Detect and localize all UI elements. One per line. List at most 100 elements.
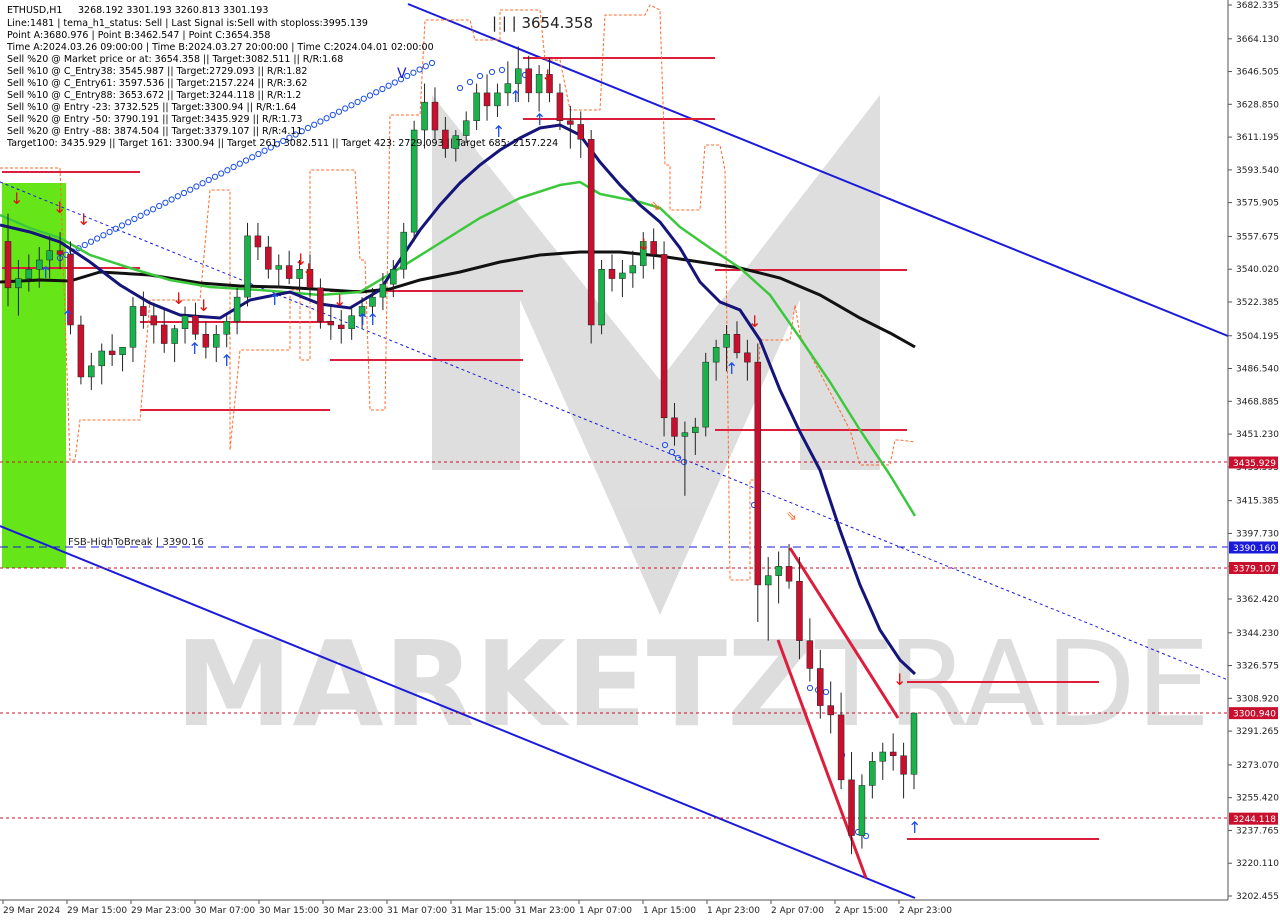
y-tick-label: 3273.070 <box>1236 761 1279 771</box>
candle-body <box>171 328 178 344</box>
x-tick-label: 29 Mar 2024 <box>3 906 60 916</box>
buy-arrow-icon: ↑ <box>533 110 546 129</box>
y-tick-label: 3397.730 <box>1236 529 1279 539</box>
buy-arrow-icon: ↑ <box>220 351 233 370</box>
info-line: Sell %10 @ C_Entry88: 3653.672 || Target… <box>7 90 301 101</box>
info-line: Sell %20 @ Entry -88: 3874.504 || Target… <box>7 126 302 137</box>
candle-body <box>119 347 126 355</box>
candle-body <box>56 250 64 255</box>
fsb-label: FSB-HighToBreak | 3390.16 <box>68 537 204 548</box>
info-line: Point A:3680.976 | Point B:3462.547 | Po… <box>7 30 270 41</box>
candle-body <box>723 334 730 348</box>
y-tick-label: 3540.020 <box>1236 265 1279 275</box>
x-tick-label: 31 Mar 23:00 <box>515 906 575 916</box>
candle-body <box>46 250 53 261</box>
x-tick-label: 1 Apr 23:00 <box>707 906 760 916</box>
sell-arrow-icon: ↓ <box>197 296 210 315</box>
y-tick-label: 3220.110 <box>1236 859 1279 869</box>
watermark-text-right: TRADE <box>814 615 1210 753</box>
candle-body <box>494 92 501 107</box>
candle-body <box>254 235 262 248</box>
price-chart[interactable]: MARKETZ TRADE ↓ ↓ ↓ ↓ ↓ ↓ ↓ ↓ ↓ ↓ ↓ ↓ ↑ … <box>0 0 1280 920</box>
x-tick-label: 1 Apr 07:00 <box>579 906 632 916</box>
candle-body <box>629 265 637 274</box>
x-tick-label: 2 Apr 23:00 <box>899 906 952 916</box>
candle-body <box>910 712 918 775</box>
v-mark: V <box>397 66 407 82</box>
info-line: Sell %10 @ Entry -23: 3732.525 || Target… <box>7 102 296 113</box>
candle-body <box>15 278 22 289</box>
y-tick-label: 3202.455 <box>1236 892 1279 902</box>
candle-body <box>712 347 720 363</box>
diagonal-arrow-icon: ⇘ <box>650 199 661 214</box>
y-tick-label: 3575.905 <box>1236 199 1279 209</box>
candle-body <box>337 324 345 329</box>
price-badge-label: 3244.118 <box>1233 815 1276 825</box>
info-line: Sell %20 @ Entry -50: 3790.191 || Target… <box>7 114 302 125</box>
candle-body <box>473 92 480 121</box>
y-tick-label: 3308.920 <box>1236 694 1279 704</box>
y-tick-label: 3611.195 <box>1236 133 1279 143</box>
candle-body <box>285 265 293 279</box>
buy-arrow-icon: ↑ <box>188 339 201 358</box>
candle-body <box>483 92 491 107</box>
candle-body <box>244 235 251 298</box>
candle-body <box>129 306 137 348</box>
candle-body <box>421 101 428 131</box>
y-tick-label: 3344.230 <box>1236 629 1279 639</box>
candle-body <box>369 296 376 307</box>
candle-body <box>785 566 793 582</box>
price-badge-label: 3300.940 <box>1233 710 1276 720</box>
candle-body <box>525 68 532 94</box>
candle-body <box>587 139 595 326</box>
y-tick-label: 3682.335 <box>1236 1 1279 11</box>
x-tick-label: 31 Mar 15:00 <box>451 906 511 916</box>
candle-body <box>515 68 522 84</box>
candle-body <box>817 668 824 706</box>
y-tick-label: 3628.850 <box>1236 100 1279 110</box>
y-tick-label: 3451.230 <box>1236 430 1279 440</box>
candle-body <box>431 101 439 131</box>
buy-arrow-icon: ↑ <box>39 263 52 282</box>
y-tick-label: 3362.420 <box>1236 595 1279 605</box>
header-ohlc: 3268.192 3301.193 3260.813 3301.193 <box>78 5 268 16</box>
candle-body <box>775 566 782 576</box>
candle-body <box>827 705 834 716</box>
candle-body <box>733 334 741 354</box>
candle-body <box>223 321 230 335</box>
x-tick-label: 31 Mar 07:00 <box>387 906 447 916</box>
x-tick-label: 2 Apr 07:00 <box>771 906 824 916</box>
candle-body <box>150 315 158 326</box>
y-tick-label: 3415.385 <box>1236 497 1279 507</box>
candle-body <box>764 575 772 586</box>
candle-body <box>848 779 855 836</box>
chart-root: MARKETZ TRADE ↓ ↓ ↓ ↓ ↓ ↓ ↓ ↓ ↓ ↓ ↓ ↓ ↑ … <box>0 0 1280 920</box>
price-badge-label: 3379.107 <box>1233 565 1276 575</box>
candle-body <box>192 315 199 335</box>
y-tick-label: 3486.540 <box>1236 365 1279 375</box>
candle-body <box>858 785 866 836</box>
candle-body <box>379 283 387 298</box>
x-tick-label: 29 Mar 23:00 <box>131 906 191 916</box>
candle-body <box>213 334 220 348</box>
candle-body <box>692 426 699 433</box>
y-tick-label: 3504.195 <box>1236 332 1279 342</box>
candle-body <box>98 350 105 367</box>
candle-body <box>671 417 678 437</box>
candle-body <box>317 287 324 322</box>
x-tick-label: 30 Mar 23:00 <box>323 906 383 916</box>
info-line: Time A:2024.03.26 09:00:00 | Time B:2024… <box>6 42 434 53</box>
candle-body <box>400 231 407 270</box>
candle-body <box>608 269 616 279</box>
candle-body <box>327 321 335 326</box>
sell-arrow-icon: ↓ <box>302 260 315 279</box>
buy-arrow-icon: ↑ <box>725 359 738 378</box>
candle-body <box>702 361 709 428</box>
buy-arrow-icon: ↑ <box>366 310 379 329</box>
sell-arrow-icon: ↓ <box>77 210 90 229</box>
candle-body <box>140 306 147 316</box>
info-line: Sell %10 @ C_Entry61: 3597.536 || Target… <box>7 78 307 89</box>
buy-arrow-icon: ↑ <box>268 290 281 309</box>
x-tick-label: 29 Mar 15:00 <box>67 906 127 916</box>
price-badge-label: 3390.160 <box>1233 544 1276 554</box>
